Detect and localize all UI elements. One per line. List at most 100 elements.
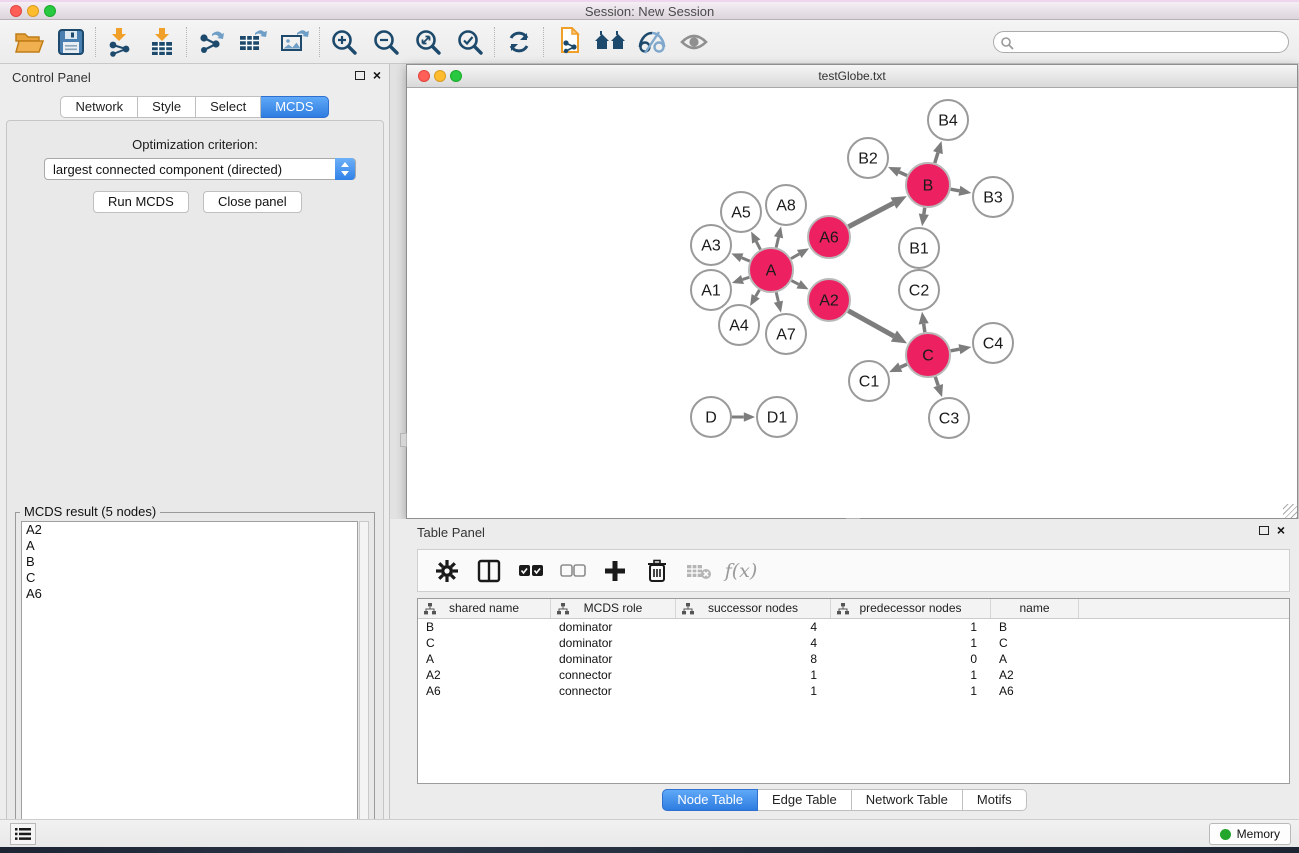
column-header-shared-name[interactable]: shared name bbox=[418, 599, 551, 618]
edge-B-B2[interactable] bbox=[899, 172, 907, 176]
node-label-C: C bbox=[922, 348, 934, 365]
table-row[interactable]: Bdominator41B bbox=[418, 619, 1289, 635]
save-session-button[interactable] bbox=[50, 24, 92, 60]
mcds-result-list[interactable]: A2ABCA6 bbox=[21, 521, 358, 844]
result-list-item[interactable]: A2 bbox=[22, 522, 357, 538]
import-network-icon bbox=[106, 27, 134, 57]
show-eye-button[interactable] bbox=[673, 24, 715, 60]
column-header-predecessor-nodes[interactable]: predecessor nodes bbox=[831, 599, 991, 618]
table-body: Bdominator41BCdominator41CAdominator80AA… bbox=[418, 619, 1289, 699]
tab-select[interactable]: Select bbox=[196, 96, 261, 118]
home-button[interactable] bbox=[589, 24, 631, 60]
open-folder-icon bbox=[14, 29, 44, 55]
edge-A-A2[interactable] bbox=[791, 281, 798, 285]
table-row[interactable]: A2connector11A2 bbox=[418, 667, 1289, 683]
criterion-dropdown[interactable]: largest connected component (directed) bbox=[44, 158, 356, 180]
network-canvas[interactable]: AA1A2A3A4A5A6A7A8BB1B2B3B4CC1C2C3C4DD1 bbox=[407, 88, 1297, 518]
table-cell: C bbox=[991, 635, 1079, 651]
network-window-titlebar[interactable]: testGlobe.txt bbox=[407, 65, 1297, 88]
search-input[interactable] bbox=[1018, 33, 1278, 51]
import-network-button[interactable] bbox=[99, 24, 141, 60]
add-column-button[interactable] bbox=[598, 554, 632, 588]
run-mcds-button[interactable]: Run MCDS bbox=[93, 191, 189, 213]
deselect-all-button[interactable] bbox=[556, 554, 590, 588]
close-panel-icon[interactable]: × bbox=[373, 70, 381, 80]
edge-A-A6[interactable] bbox=[791, 254, 799, 259]
node-table[interactable]: shared nameMCDS rolesuccessor nodesprede… bbox=[417, 598, 1290, 784]
node-label-C2: C2 bbox=[909, 283, 930, 300]
result-list-item[interactable]: C bbox=[22, 570, 357, 586]
export-table-button[interactable] bbox=[232, 24, 274, 60]
edge-C-C2[interactable] bbox=[924, 324, 925, 332]
edge-A2-C[interactable] bbox=[848, 311, 894, 336]
delete-columns-button[interactable] bbox=[640, 554, 674, 588]
node-label-B1: B1 bbox=[909, 241, 929, 258]
edge-C-C1[interactable] bbox=[900, 364, 907, 367]
close-table-panel-icon[interactable]: × bbox=[1277, 525, 1285, 535]
search-icon bbox=[1000, 36, 1014, 50]
result-list-item[interactable]: A6 bbox=[22, 586, 357, 602]
select-all-button[interactable] bbox=[514, 554, 548, 588]
open-file-button[interactable] bbox=[8, 24, 50, 60]
result-list-scrollbar[interactable] bbox=[359, 521, 369, 844]
zoom-fit-button[interactable] bbox=[407, 24, 449, 60]
table-row[interactable]: A6connector11A6 bbox=[418, 683, 1289, 699]
tab-network[interactable]: Network bbox=[60, 96, 138, 118]
memory-button[interactable]: Memory bbox=[1209, 823, 1291, 845]
export-image-button[interactable] bbox=[274, 24, 316, 60]
table-row[interactable]: Cdominator41C bbox=[418, 635, 1289, 651]
column-header-successor-nodes[interactable]: successor nodes bbox=[676, 599, 831, 618]
zoom-in-button[interactable] bbox=[323, 24, 365, 60]
refresh-button[interactable] bbox=[498, 24, 540, 60]
edge-C-C4[interactable] bbox=[951, 349, 960, 351]
table-row[interactable]: Adominator80A bbox=[418, 651, 1289, 667]
float-table-panel-icon[interactable] bbox=[1259, 526, 1269, 535]
result-list-item[interactable]: B bbox=[22, 554, 357, 570]
table-settings-button[interactable] bbox=[430, 554, 464, 588]
edge-arrowhead bbox=[732, 275, 744, 284]
delete-table-button[interactable] bbox=[682, 554, 716, 588]
function-builder-button[interactable]: f(x) bbox=[724, 554, 758, 588]
zoom-selected-button[interactable] bbox=[449, 24, 491, 60]
zoom-out-button[interactable] bbox=[365, 24, 407, 60]
tab-network-table[interactable]: Network Table bbox=[852, 789, 963, 811]
tab-edge-table[interactable]: Edge Table bbox=[758, 789, 852, 811]
column-header-MCDS-role[interactable]: MCDS role bbox=[551, 599, 676, 618]
resize-grip[interactable] bbox=[1283, 504, 1297, 518]
edge-C-C3[interactable] bbox=[935, 377, 938, 386]
export-table-icon bbox=[238, 28, 268, 56]
table-cell: A bbox=[991, 651, 1079, 667]
network-graph[interactable]: AA1A2A3A4A5A6A7A8BB1B2B3B4CC1C2C3C4DD1 bbox=[407, 88, 1297, 518]
hide-glasses-button[interactable] bbox=[631, 24, 673, 60]
tab-mcds[interactable]: MCDS bbox=[261, 96, 328, 118]
tab-style[interactable]: Style bbox=[138, 96, 196, 118]
edge-B-B3[interactable] bbox=[951, 189, 960, 191]
split-view-button[interactable] bbox=[472, 554, 506, 588]
new-network-from-file-button[interactable] bbox=[547, 24, 589, 60]
edge-B-B1[interactable] bbox=[924, 208, 925, 214]
tab-node-table[interactable]: Node Table bbox=[662, 789, 758, 811]
edge-B-B4[interactable] bbox=[935, 153, 938, 163]
edge-A6-B[interactable] bbox=[848, 203, 893, 227]
window-titlebar: Session: New Session bbox=[0, 0, 1299, 20]
column-header-name[interactable]: name bbox=[991, 599, 1079, 618]
table-cell: dominator bbox=[551, 651, 676, 667]
edge-A-A3[interactable] bbox=[742, 258, 750, 261]
divider-handle[interactable] bbox=[400, 433, 407, 447]
edge-A-A4[interactable] bbox=[756, 290, 760, 296]
edge-A-A8[interactable] bbox=[776, 237, 778, 247]
node-label-B4: B4 bbox=[938, 113, 958, 130]
edge-A-A1[interactable] bbox=[742, 277, 749, 279]
node-label-C4: C4 bbox=[983, 336, 1004, 353]
task-history-button[interactable] bbox=[10, 823, 36, 845]
result-list-item[interactable]: A bbox=[22, 538, 357, 554]
float-panel-icon[interactable] bbox=[355, 71, 365, 80]
export-network-button[interactable] bbox=[190, 24, 232, 60]
import-table-button[interactable] bbox=[141, 24, 183, 60]
edge-A-A5[interactable] bbox=[756, 241, 760, 249]
close-panel-button[interactable]: Close panel bbox=[203, 191, 302, 213]
search-field[interactable] bbox=[993, 31, 1289, 53]
table-cell: 1 bbox=[831, 683, 991, 699]
tab-motifs[interactable]: Motifs bbox=[963, 789, 1027, 811]
edge-A-A7[interactable] bbox=[776, 292, 778, 301]
